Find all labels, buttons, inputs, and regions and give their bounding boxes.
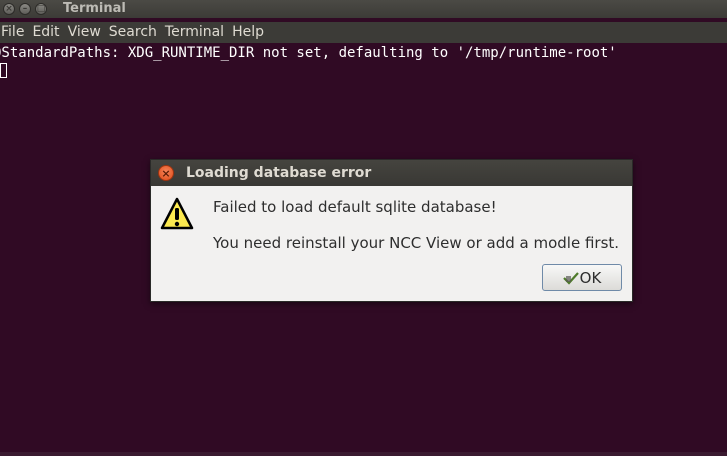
ok-check-icon: [562, 271, 579, 285]
menu-view[interactable]: View: [64, 22, 105, 43]
window-maximize-button[interactable]: □: [35, 3, 47, 15]
bottom-strip: [0, 452, 727, 456]
menu-edit[interactable]: Edit: [28, 22, 63, 43]
menu-search[interactable]: Search: [105, 22, 161, 43]
error-dialog: × Loading database error Failed to load …: [150, 159, 633, 302]
menu-terminal[interactable]: Terminal: [161, 22, 228, 43]
ok-button[interactable]: OK: [542, 264, 622, 291]
ok-button-label: OK: [579, 268, 602, 287]
window-close-button[interactable]: ×: [3, 3, 15, 15]
dialog-title: Loading database error: [186, 165, 372, 181]
window-title: Terminal: [63, 1, 126, 16]
dialog-message-secondary: You need reinstall your NCC View or add …: [213, 234, 620, 252]
menubar: File Edit View Search Terminal Help: [0, 22, 727, 43]
dialog-close-button[interactable]: ×: [158, 165, 174, 181]
window-minimize-button[interactable]: –: [19, 3, 31, 15]
terminal-cursor: [0, 63, 7, 78]
window-titlebar: × – □ Terminal: [0, 0, 727, 18]
menu-help[interactable]: Help: [228, 22, 268, 43]
menu-file[interactable]: File: [0, 22, 28, 43]
dialog-titlebar[interactable]: × Loading database error: [151, 160, 632, 186]
warning-icon: [160, 197, 194, 230]
dialog-message-primary: Failed to load default sqlite database!: [213, 198, 497, 216]
terminal-output-line: QStandardPaths: XDG_RUNTIME_DIR not set,…: [0, 45, 617, 61]
